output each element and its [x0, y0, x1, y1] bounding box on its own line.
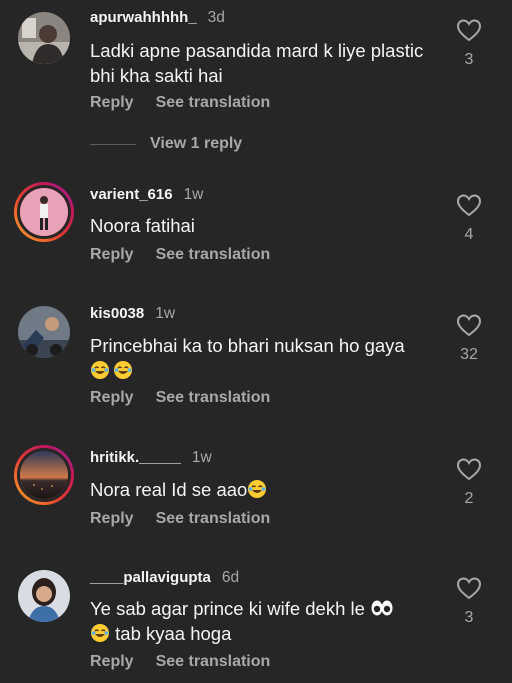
view-replies-button[interactable]: View 1 reply	[90, 135, 242, 153]
comment-header: varient_616 1w	[90, 186, 203, 204]
username[interactable]: hritikk._____	[90, 449, 181, 466]
comment-header: kis0038 1w	[90, 305, 175, 323]
heart-outline-icon	[456, 19, 482, 42]
username[interactable]: kis0038	[90, 305, 144, 322]
comment-text: Princebhai ka to bhari nuksan ho gaya	[90, 333, 440, 383]
view-replies-label: View 1 reply	[150, 135, 243, 152]
see-translation-button[interactable]: See translation	[156, 246, 271, 264]
heart-outline-icon	[456, 314, 482, 337]
like-button[interactable]: 32	[450, 313, 488, 364]
avatar[interactable]	[14, 445, 74, 505]
reply-button[interactable]: Reply	[90, 246, 134, 264]
avatar[interactable]	[14, 182, 74, 242]
comment-actions: Reply See translation	[90, 246, 270, 264]
comment-text: Ladki apne pasandida mard k liye plastic…	[90, 40, 424, 86]
see-translation-button[interactable]: See translation	[156, 653, 271, 671]
avatar[interactable]	[18, 570, 70, 622]
comment-actions: Reply See translation	[90, 389, 270, 407]
see-translation-button[interactable]: See translation	[156, 94, 271, 112]
username[interactable]: apurwahhhhh_	[90, 9, 197, 26]
comment-header: apurwahhhhh_ 3d	[90, 9, 225, 27]
like-count: 4	[464, 226, 474, 243]
comment-text: Nora real Id se aao	[90, 477, 440, 502]
see-translation-button[interactable]: See translation	[156, 389, 271, 407]
username[interactable]: varient_616	[90, 186, 173, 203]
reply-button[interactable]: Reply	[90, 389, 134, 407]
see-translation-button[interactable]: See translation	[156, 510, 271, 528]
face-with-tears-of-joy-emoji	[248, 480, 267, 498]
comment-header: hritikk._____ 1w	[90, 449, 212, 467]
avatar[interactable]	[18, 306, 70, 358]
like-count: 3	[464, 51, 474, 68]
timestamp: 1w	[191, 449, 212, 466]
comment-text-content: Nora real Id se aao	[90, 479, 248, 500]
like-count: 3	[464, 609, 474, 626]
heart-outline-icon	[456, 194, 482, 217]
comment-actions: Reply See translation	[90, 653, 270, 671]
comment-text: Ye sab agar prince ki wife dekh le tab k…	[90, 596, 440, 646]
like-count: 32	[460, 346, 478, 363]
heart-outline-icon	[456, 577, 482, 600]
like-button[interactable]: 2	[450, 457, 488, 508]
face-with-tears-of-joy-emoji	[91, 624, 109, 642]
reply-button[interactable]: Reply	[90, 94, 134, 112]
comment-text-line: Ye sab agar prince ki wife dekh le	[90, 598, 365, 619]
comment-actions: Reply See translation	[90, 94, 270, 112]
timestamp: 6d	[221, 569, 240, 586]
eyes-emoji	[371, 600, 393, 616]
timestamp: 1w	[155, 305, 176, 322]
comment-text: Noora fatihai	[90, 215, 195, 236]
reply-button[interactable]: Reply	[90, 653, 134, 671]
comment-header: ____pallavigupta 6d	[90, 569, 239, 587]
comment-actions: Reply See translation	[90, 510, 270, 528]
like-button[interactable]: 3	[450, 18, 488, 69]
like-button[interactable]: 4	[450, 193, 488, 244]
like-button[interactable]: 3	[450, 576, 488, 627]
comment-text-line: tab kyaa hoga	[115, 623, 232, 644]
timestamp: 3d	[207, 9, 225, 26]
face-with-tears-of-joy-emoji	[114, 361, 132, 379]
heart-outline-icon	[456, 458, 482, 481]
face-with-tears-of-joy-emoji	[91, 361, 109, 379]
reply-button[interactable]: Reply	[90, 510, 134, 528]
reply-thread-line	[90, 143, 136, 145]
avatar[interactable]	[18, 12, 70, 64]
timestamp: 1w	[183, 186, 204, 203]
comment-text-content: Princebhai ka to bhari nuksan ho gaya	[90, 335, 405, 356]
username[interactable]: ____pallavigupta	[90, 569, 211, 586]
like-count: 2	[464, 490, 474, 507]
